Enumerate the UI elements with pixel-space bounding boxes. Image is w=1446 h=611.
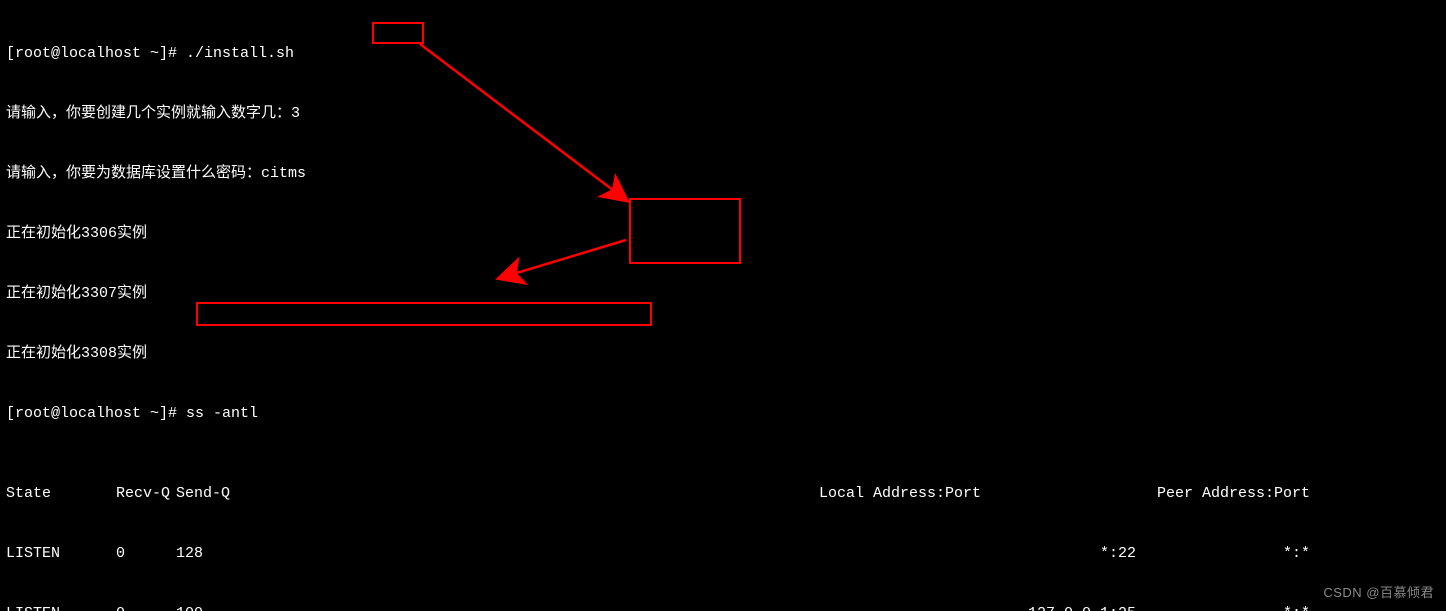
prompt-text: 请输入，你要创建几个实例就输入数字几：	[6, 105, 291, 122]
terminal-line: 正在初始化3306实例	[6, 224, 1440, 244]
terminal-line: 正在初始化3307实例	[6, 284, 1440, 304]
cell-sendq: 100	[176, 604, 476, 611]
terminal-line: [root@localhost ~]# ss -antl	[6, 404, 1440, 424]
hdr-sendq: Send-Q	[176, 484, 476, 504]
cell-state: LISTEN	[6, 604, 116, 611]
cell-recvq: 0	[116, 544, 176, 564]
terminal-window[interactable]: [root@localhost ~]# ./install.sh 请输入，你要创…	[0, 0, 1446, 611]
terminal-line: 请输入，你要为数据库设置什么密码：citms	[6, 164, 1440, 184]
terminal-line: 请输入，你要创建几个实例就输入数字几：3	[6, 104, 1440, 124]
cell-recvq: 0	[116, 604, 176, 611]
ss-row: LISTEN 0 128 *:22 *:*	[6, 544, 1440, 564]
cell-local: *:22	[476, 544, 1144, 564]
ss-header-row: State Recv-Q Send-Q Local Address:Port P…	[6, 484, 1440, 504]
ss-row: LISTEN 0 100 127.0.0.1:25 *:*	[6, 604, 1440, 611]
hdr-peer: Peer Address:Port	[989, 484, 1440, 504]
user-input: 3	[291, 105, 300, 122]
cell-sendq: 128	[176, 544, 476, 564]
hdr-state: State	[6, 484, 116, 504]
watermark-text: CSDN @百慕倾君	[1323, 583, 1434, 603]
cell-local: 127.0.0.1:25	[476, 604, 1144, 611]
cell-peer: *:*	[1144, 544, 1440, 564]
cell-state: LISTEN	[6, 544, 116, 564]
terminal-line: 正在初始化3308实例	[6, 344, 1440, 364]
hdr-local: Local Address:Port	[476, 484, 989, 504]
terminal-line: [root@localhost ~]# ./install.sh	[6, 44, 1440, 64]
hdr-recvq: Recv-Q	[116, 484, 176, 504]
cell-peer: *:*	[1144, 604, 1440, 611]
